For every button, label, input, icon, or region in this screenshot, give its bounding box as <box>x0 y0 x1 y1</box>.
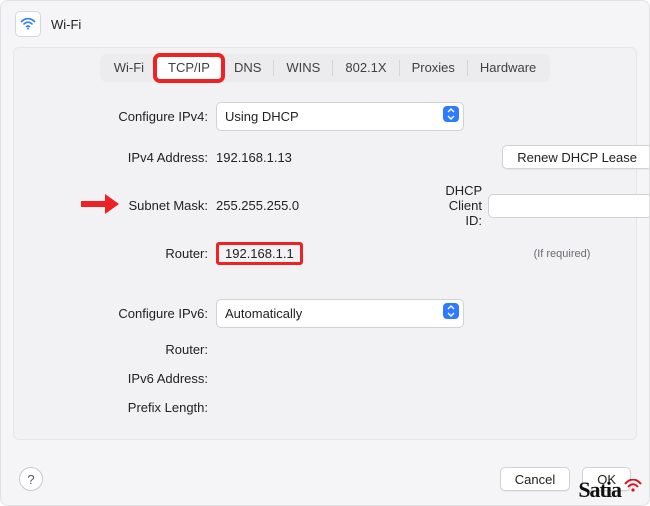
renew-dhcp-lease-button[interactable]: Renew DHCP Lease <box>502 145 650 169</box>
cancel-button[interactable]: Cancel <box>500 467 570 491</box>
wifi-icon <box>15 11 41 37</box>
label-router-v6: Router: <box>38 342 208 357</box>
tab-hardware[interactable]: Hardware <box>468 56 548 80</box>
value-subnet-mask: 255.255.255.0 <box>216 198 464 213</box>
tab-dns[interactable]: DNS <box>222 56 273 80</box>
tab-proxies[interactable]: Proxies <box>400 56 467 80</box>
select-configure-ipv4-value: Using DHCP <box>225 109 299 124</box>
label-ipv6-address: IPv6 Address: <box>38 371 208 386</box>
settings-panel: Wi-Fi TCP/IP DNS WINS 802.1X Proxies Har… <box>13 47 637 440</box>
label-configure-ipv4: Configure IPv4: <box>38 109 208 124</box>
titlebar: Wi-Fi <box>1 1 649 47</box>
label-router: Router: <box>38 246 208 261</box>
label-subnet-mask: Subnet Mask: <box>38 198 208 213</box>
select-configure-ipv6-value: Automatically <box>225 306 302 321</box>
window-title: Wi-Fi <box>51 17 81 32</box>
help-button[interactable]: ? <box>19 467 43 491</box>
tab-bar: Wi-Fi TCP/IP DNS WINS 802.1X Proxies Har… <box>14 56 636 80</box>
input-dhcp-client-id[interactable] <box>488 194 650 218</box>
select-configure-ipv4[interactable]: Using DHCP <box>216 102 464 131</box>
label-prefix-length: Prefix Length: <box>38 400 208 415</box>
label-ipv4-address: IPv4 Address: <box>38 150 208 165</box>
tab-wins[interactable]: WINS <box>274 56 332 80</box>
tab-tcpip[interactable]: TCP/IP <box>156 56 222 80</box>
chevron-updown-icon <box>443 106 459 122</box>
arrow-annotation-icon <box>79 193 119 215</box>
hint-if-required: (If required) <box>472 248 650 260</box>
tab-8021x[interactable]: 802.1X <box>333 56 398 80</box>
tcpip-form: Configure IPv4: Using DHCP IPv4 Address:… <box>14 94 636 421</box>
watermark: Satia <box>578 477 643 503</box>
network-advanced-window: Wi-Fi Wi-Fi TCP/IP DNS WINS 802.1X Proxi… <box>0 0 650 506</box>
value-ipv4-address: 192.168.1.13 <box>216 150 464 165</box>
label-configure-ipv6: Configure IPv6: <box>38 306 208 321</box>
value-router: 192.168.1.1 <box>216 242 303 265</box>
label-dhcp-client-id: DHCP Client ID: <box>445 183 482 228</box>
wifi-red-icon <box>623 479 643 493</box>
chevron-updown-icon <box>443 303 459 319</box>
tab-wifi[interactable]: Wi-Fi <box>102 56 156 80</box>
select-configure-ipv6[interactable]: Automatically <box>216 299 464 328</box>
